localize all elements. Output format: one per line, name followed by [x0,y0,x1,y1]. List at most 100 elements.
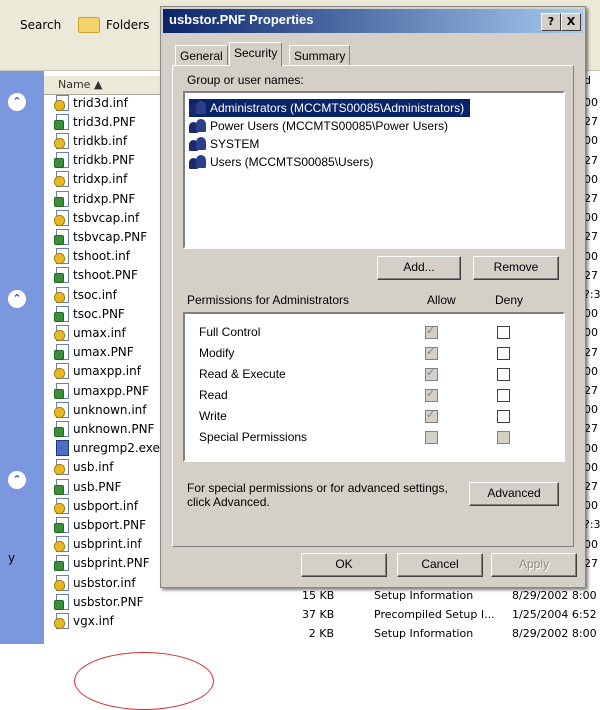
file-row[interactable]: tridxp.inf [54,170,127,189]
collapse-icon[interactable]: ⌃ [8,471,26,489]
user-list-item[interactable]: Users (MCCMTS00085\Users) [189,153,379,171]
ok-button[interactable]: OK [301,553,387,577]
file-name: usb.inf [73,460,114,475]
file-name: tridkb.inf [73,133,128,148]
remove-button[interactable]: Remove [473,256,559,280]
pnf-file-icon [54,516,70,533]
advanced-button[interactable]: Advanced [469,482,559,506]
file-row[interactable]: trid3d.inf [54,93,128,112]
file-row[interactable]: unknown.PNF [54,419,154,438]
file-row[interactable]: trid3d.PNF [54,112,136,131]
user-list-item[interactable]: SYSTEM [189,135,265,153]
file-name: usbprint.inf [73,537,142,552]
file-row[interactable]: umaxpp.PNF [54,381,149,400]
file-row[interactable]: tridxp.PNF [54,189,135,208]
allow-checkbox[interactable] [425,408,438,423]
file-row[interactable]: usb.PNF [54,477,121,496]
file-date-fragment: 00 [584,460,598,474]
file-name: umax.PNF [73,345,134,360]
file-row[interactable]: umaxpp.inf [54,362,141,381]
user-list-item[interactable]: Administrators (MCCMTS00085\Administrato… [189,99,471,117]
file-row[interactable]: usbport.inf [54,496,138,515]
file-name: usbstor.PNF [73,594,144,609]
file-name: unknown.PNF [73,421,155,436]
file-row[interactable]: usbstor.inf [54,573,136,592]
setup-info-icon [54,459,70,476]
file-row[interactable]: usbprint.inf [54,535,142,554]
setup-info-icon [54,497,70,514]
deny-checkbox[interactable] [497,347,510,360]
pnf-file-icon [54,593,70,610]
title-bar[interactable]: usbstor.PNF Properties ? X [163,9,583,33]
setup-info-icon [54,171,70,188]
user-list[interactable]: Administrators (MCCMTS00085\Administrato… [183,91,565,249]
allow-checkbox[interactable] [425,431,438,444]
file-row[interactable]: tshoot.inf [54,247,130,266]
file-row[interactable]: tridkb.PNF [54,151,135,170]
executable-icon [54,440,70,457]
file-date-fragment: ?:3 [584,288,600,301]
collapse-icon[interactable]: ⌃ [8,290,26,308]
file-date-fragment: 27 [584,115,598,129]
file-row[interactable]: tsbvcap.inf [54,208,139,227]
tab-summary[interactable]: Summary [289,45,351,66]
help-button[interactable]: ? [541,13,561,31]
user-name: SYSTEM [210,137,260,151]
file-name: unregmp2.exe [73,441,160,456]
deny-checkbox[interactable] [497,368,510,381]
setup-info-icon [54,324,70,341]
allow-checkbox[interactable] [425,387,438,402]
deny-checkbox[interactable] [497,431,510,444]
pnf-file-icon [54,228,70,245]
file-row[interactable]: tsbvcap.PNF [54,227,147,246]
permission-name: Read & Execute [199,367,286,381]
file-row[interactable]: usbport.PNF [54,515,146,534]
user-group-icon [189,100,207,116]
search-button[interactable]: Search [6,14,61,36]
tab-security[interactable]: Security [229,42,283,66]
deny-checkbox[interactable] [497,410,510,423]
user-list-item[interactable]: Power Users (MCCMTS00085\Power Users) [189,117,454,135]
close-button[interactable]: X [561,13,581,31]
user-group-icon [189,154,207,170]
file-name: trid3d.inf [73,95,128,110]
permission-name: Full Control [199,325,261,339]
collapse-icon[interactable]: ⌃ [8,93,26,111]
folders-button[interactable]: Folders [78,14,149,36]
file-row[interactable]: usbstor.PNF [54,592,144,611]
file-name: tsoc.inf [73,287,117,302]
user-name: Administrators (MCCMTS00085\Administrato… [210,101,465,115]
file-row[interactable]: umax.PNF [54,343,134,362]
pane-text: y [8,551,16,565]
file-row[interactable]: unregmp2.exe [54,439,160,458]
file-row[interactable]: usb.inf [54,458,113,477]
add-button[interactable]: Add... [377,256,461,280]
file-name: umaxpp.inf [73,364,141,379]
file-row[interactable]: tridkb.inf [54,131,127,150]
file-row[interactable]: tsoc.PNF [54,304,125,323]
permission-name: Special Permissions [199,430,308,444]
file-row[interactable]: vgx.inf [54,611,114,630]
deny-checkbox[interactable] [497,389,510,402]
file-name: tridkb.PNF [73,153,136,168]
allow-checkbox[interactable] [425,324,438,339]
allow-checkbox[interactable] [425,345,438,360]
setup-info-icon [54,536,70,553]
cancel-button[interactable]: Cancel [397,553,483,577]
file-row[interactable]: unknown.inf [54,400,147,419]
permissions-label: Permissions for Administrators [187,293,350,307]
file-row[interactable]: tsoc.inf [54,285,117,304]
file-date-fragment: 27 [584,422,598,436]
apply-button[interactable]: Apply [491,553,577,577]
folder-icon [78,17,100,33]
deny-checkbox[interactable] [497,326,510,339]
file-row[interactable]: umax.inf [54,323,126,342]
advanced-hint-line2: click Advanced. [187,495,270,509]
allow-checkbox[interactable] [425,366,438,381]
file-row[interactable]: tshoot.PNF [54,266,138,285]
dialog-title: usbstor.PNF Properties [169,12,314,27]
file-row[interactable]: usbprint.PNF [54,554,150,573]
detail-type: Precompiled Setup I... [374,608,495,622]
file-name: unknown.inf [73,402,147,417]
tab-general[interactable]: General [175,45,228,66]
